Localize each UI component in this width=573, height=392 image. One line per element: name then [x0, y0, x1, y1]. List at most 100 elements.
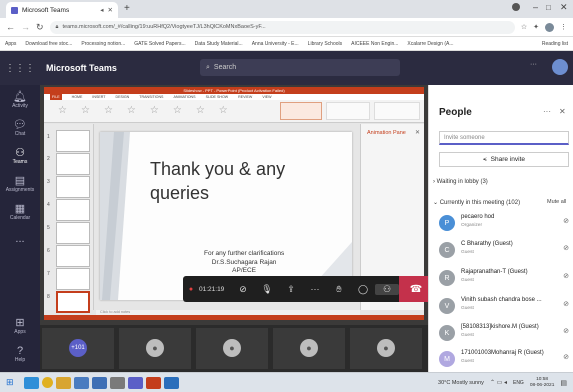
meeting-section[interactable]: ⌄ Currently in this meeting (102)	[433, 199, 520, 206]
rail-item-activity[interactable]: 🔔︎ Activity	[0, 91, 40, 109]
mail-icon[interactable]	[91, 376, 107, 389]
powerpoint-taskbar-icon[interactable]	[145, 376, 161, 389]
lobby-section[interactable]: › Waiting in lobby (3)	[433, 179, 488, 185]
tray-icons[interactable]: ⌃ ▭ ◂	[490, 379, 507, 386]
rail-item-more[interactable]: ...	[0, 233, 40, 245]
waffle-icon[interactable]: ⋮⋮⋮	[0, 63, 40, 74]
rail-item-teams[interactable]: ⚇ Teams	[0, 147, 40, 165]
participant-row[interactable]: K [58108313]kishore.M (Guest) Guest ⊘	[439, 323, 571, 347]
animation-star-icon[interactable]: ☆	[150, 105, 159, 116]
profile-icon[interactable]	[545, 22, 554, 32]
participant-name: Rajapranathan-T (Guest)	[461, 269, 528, 275]
bookmark-6[interactable]: Library Schools	[308, 41, 342, 47]
account-icon[interactable]	[512, 3, 520, 11]
tab-title: Microsoft Teams	[22, 6, 70, 14]
bookmark-7[interactable]: AICEEE Non Engin...	[351, 41, 398, 47]
browser-tab[interactable]: Microsoft Teams ◂ ✕	[6, 2, 118, 18]
search-box[interactable]: ⌕ Search	[200, 59, 400, 76]
file-explorer-icon[interactable]	[55, 376, 71, 389]
chrome-icon[interactable]	[41, 377, 53, 388]
animation-star-icon[interactable]: ☆	[127, 105, 136, 116]
star-icon[interactable]: ☆	[521, 23, 527, 31]
extension-icon[interactable]: ✦	[533, 23, 539, 31]
animation-star-icon[interactable]: ☆	[196, 105, 205, 116]
animation-star-icon[interactable]: ☆	[219, 105, 228, 116]
rail-item-chat[interactable]: 💬︎ Chat	[0, 119, 40, 137]
mute-all-button[interactable]: Mute all	[547, 199, 566, 205]
participants-icon[interactable]: ⚇	[375, 283, 399, 295]
animation-star-icon[interactable]: ☆	[104, 105, 113, 116]
slide-thumbnail[interactable]	[56, 222, 90, 244]
share-screen-icon[interactable]: ⇪	[279, 284, 303, 295]
slide-thumbnail[interactable]	[56, 130, 90, 152]
rail-item-assignments[interactable]: ▤ Assignments	[0, 175, 40, 193]
animation-star-icon[interactable]: ☆	[81, 105, 90, 116]
slide-thumbnail[interactable]	[56, 268, 90, 290]
rail-item-help[interactable]: ? Help	[0, 345, 40, 363]
menu-icon[interactable]: ⋮	[560, 23, 567, 31]
participant-row[interactable]: V Vinith subash chandra bose ... Guest ⊘	[439, 296, 571, 320]
participant-tile[interactable]: ●	[350, 328, 422, 369]
share-invite-button[interactable]: ⪪ Share invite	[439, 152, 569, 167]
close-window-icon[interactable]: ✕	[560, 2, 568, 13]
participant-tile[interactable]: ●	[119, 328, 191, 369]
user-avatar[interactable]	[552, 59, 568, 75]
animation-pane-close-icon[interactable]: ✕	[415, 129, 420, 136]
new-tab-button[interactable]: +	[124, 3, 130, 14]
camera-off-icon[interactable]: ⊘	[231, 284, 255, 295]
bookmark-1[interactable]: Download free stoc...	[25, 41, 72, 47]
ppt-statusbar	[44, 315, 424, 320]
slide-thumbnail-selected[interactable]	[56, 291, 90, 313]
participant-row[interactable]: M 171001003Mohanraj R (Guest) Guest ⊘	[439, 349, 571, 373]
participant-row[interactable]: R Rajapranathan-T (Guest) Guest ⊘	[439, 268, 571, 292]
bookmark-3[interactable]: GATE Solved Papers...	[134, 41, 185, 47]
search-placeholder: Search	[213, 64, 237, 71]
url-text: teams.microsoft.com/_#/calling/19:uuRHfQ…	[62, 24, 266, 30]
store-icon[interactable]	[73, 376, 89, 389]
slide-thumbnail[interactable]	[56, 199, 90, 221]
participant-row[interactable]: P pecaero hod Organizer ⊘	[439, 213, 571, 237]
invite-input[interactable]: Invite someone	[439, 131, 569, 145]
participant-row[interactable]: C C Bharathy (Guest) Guest ⊘	[439, 240, 571, 264]
reading-list[interactable]: Reading list	[542, 41, 568, 47]
clock[interactable]: 10:58 08-06-2021	[530, 377, 555, 389]
edge-icon[interactable]	[23, 376, 39, 389]
participant-tile[interactable]: ●	[196, 328, 268, 369]
animation-star-icon[interactable]: ☆	[58, 105, 67, 116]
bookmark-8[interactable]: Xcalarre Design (A...	[407, 41, 453, 47]
chat-toggle-icon[interactable]: ◯	[351, 284, 375, 295]
more-options-icon[interactable]: ···	[530, 61, 537, 68]
url-field[interactable]: 🔒︎ teams.microsoft.com/_#/calling/19:uuR…	[49, 20, 515, 34]
animation-star-icon[interactable]: ☆	[173, 105, 182, 116]
notification-icon[interactable]: ▤	[560, 379, 567, 387]
tab-close-icon[interactable]: ✕	[108, 6, 113, 14]
bookmark-5[interactable]: Anna University - E...	[252, 41, 299, 47]
settings-icon[interactable]	[109, 376, 125, 389]
rail-item-calendar[interactable]: ▦ Calendar	[0, 203, 40, 221]
minimize-icon[interactable]: –	[533, 2, 538, 12]
weather[interactable]: 30°C Mostly sunny	[438, 380, 484, 386]
app-taskbar-icon[interactable]	[163, 376, 179, 389]
raise-hand-icon[interactable]: ✋︎	[327, 284, 351, 295]
overflow-tile[interactable]: +101	[42, 328, 114, 369]
bookmark-4[interactable]: Data Study Material...	[195, 41, 243, 47]
forward-icon[interactable]: →	[21, 22, 30, 32]
slide-thumbnail[interactable]	[56, 153, 90, 175]
maximize-icon[interactable]: □	[546, 3, 551, 12]
bookmark-2[interactable]: Processing notion...	[81, 41, 125, 47]
participant-tile[interactable]: ●	[273, 328, 345, 369]
slide-thumbnail[interactable]	[56, 245, 90, 267]
bookmark-0[interactable]: Apps	[5, 41, 16, 47]
mic-muted-icon[interactable]: 🎙︎	[255, 284, 279, 295]
start-icon[interactable]: ⊞	[6, 377, 14, 388]
panel-more-icon[interactable]: ···	[543, 107, 551, 116]
language[interactable]: ENG	[513, 380, 524, 386]
teams-taskbar-icon[interactable]	[127, 376, 143, 389]
rail-item-apps[interactable]: ⊞ Apps	[0, 317, 40, 335]
reload-icon[interactable]: ↻	[36, 22, 44, 33]
more-actions-icon[interactable]: ···	[303, 284, 327, 294]
avatar: ●	[146, 339, 164, 357]
slide-thumbnail[interactable]	[56, 176, 90, 198]
back-icon[interactable]: ←	[6, 22, 15, 32]
panel-close-icon[interactable]: ✕	[559, 107, 566, 116]
